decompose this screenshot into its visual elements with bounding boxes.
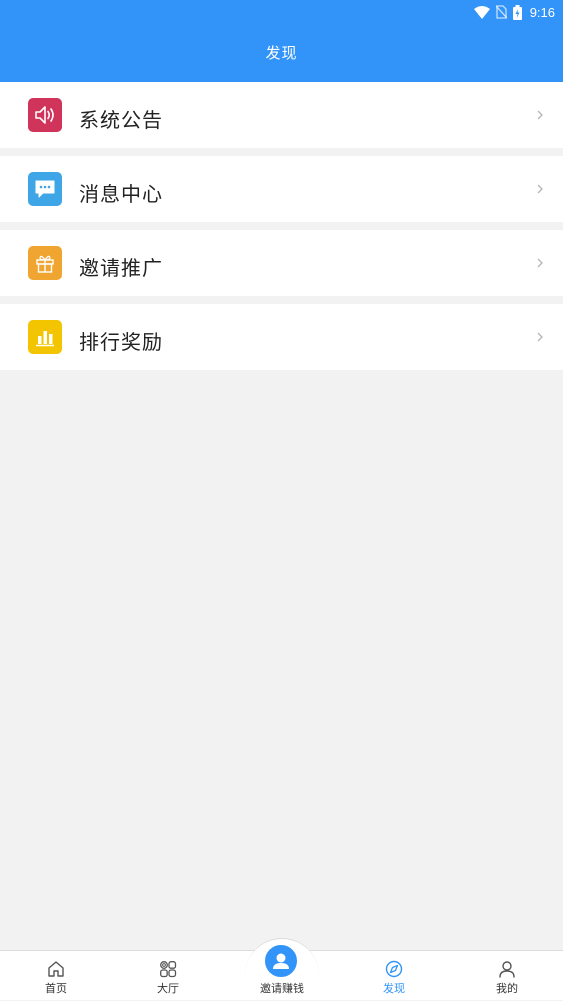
menu-label: 消息中心: [79, 182, 163, 206]
chevron-right-icon: [537, 184, 543, 194]
battery-charging-icon: [512, 4, 522, 20]
chat-bubble-icon: [28, 172, 62, 206]
nav-discover[interactable]: 发现: [338, 951, 450, 1001]
chevron-right-icon: [537, 258, 543, 268]
user-icon: [273, 953, 289, 969]
wifi-icon: [473, 5, 490, 19]
menu-item-invite-promotion[interactable]: 邀请推广: [0, 230, 563, 296]
compass-icon: [385, 960, 403, 978]
page-title: 发现: [265, 44, 298, 62]
nav-mine[interactable]: 我的: [451, 951, 563, 1001]
chevron-right-icon: [537, 332, 543, 342]
discover-menu: 系统公告 消息中心 邀请推广 排行奖励: [0, 82, 563, 378]
menu-label: 排行奖励: [79, 330, 163, 354]
nav-label: 发现: [383, 982, 405, 995]
status-time: 9:16: [529, 4, 555, 20]
chevron-right-icon: [537, 110, 543, 120]
status-bar: 9:16: [0, 0, 563, 24]
nav-label: 大厅: [157, 982, 179, 995]
status-icons: 9:16: [473, 3, 555, 21]
person-icon: [499, 961, 515, 978]
speaker-icon: [28, 98, 62, 132]
nav-label: 首页: [45, 982, 67, 995]
no-sim-icon: [495, 5, 507, 19]
gift-icon: [28, 246, 62, 280]
menu-item-messages[interactable]: 消息中心: [0, 156, 563, 222]
nav-home[interactable]: 首页: [0, 951, 112, 1001]
nav-lobby[interactable]: 大厅: [112, 951, 224, 1001]
home-icon: [48, 961, 64, 977]
bar-chart-icon: [28, 320, 62, 354]
app-header: 9:16 发现: [0, 0, 563, 82]
nav-invite-earn[interactable]: [263, 943, 299, 979]
menu-item-announcements[interactable]: 系统公告: [0, 82, 563, 148]
menu-item-ranking-rewards[interactable]: 排行奖励: [0, 304, 563, 370]
nav-label: 我的: [496, 982, 518, 995]
menu-label: 系统公告: [79, 108, 163, 132]
grid-icon: [160, 961, 177, 978]
menu-label: 邀请推广: [79, 256, 163, 280]
nav-label: 邀请赚钱: [260, 982, 304, 995]
